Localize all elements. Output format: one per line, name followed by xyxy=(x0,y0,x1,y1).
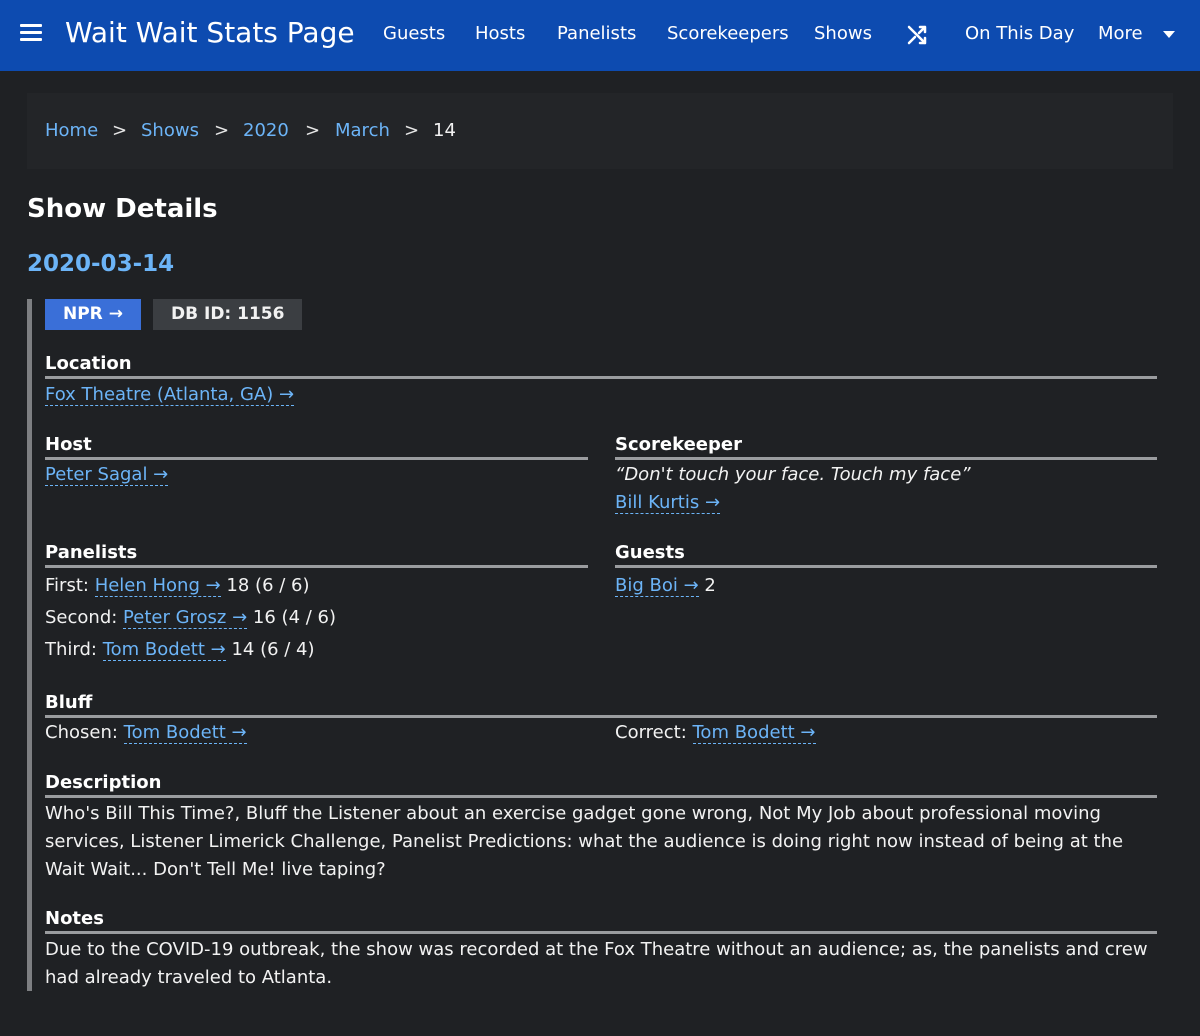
breadcrumb-year[interactable]: 2020 xyxy=(243,120,289,141)
nav-panelists[interactable]: Panelists xyxy=(557,23,636,44)
scorekeeper-heading: Scorekeeper xyxy=(615,434,1157,460)
panelist-row: Third: Tom Bodett → 14 (6 / 4) xyxy=(45,639,315,661)
host-heading: Host xyxy=(45,434,588,460)
bluff-heading: Bluff xyxy=(45,692,1157,718)
bluff-correct-label: Correct: xyxy=(615,722,687,743)
breadcrumb-separator: > xyxy=(214,120,230,141)
panelists-heading: Panelists xyxy=(45,542,588,568)
description-heading: Description xyxy=(45,772,1157,798)
guest-row: Big Boi → 2 xyxy=(615,575,716,597)
panelist-score: 18 (6 / 6) xyxy=(226,575,310,596)
panelist-position: First: xyxy=(45,575,89,596)
guest-link[interactable]: Big Boi → xyxy=(615,575,699,597)
page-title: Show Details xyxy=(27,194,218,224)
scorekeeper-link[interactable]: Bill Kurtis → xyxy=(615,492,721,514)
panelist-score: 14 (6 / 4) xyxy=(231,639,315,660)
breadcrumb-separator: > xyxy=(404,120,420,141)
shuffle-icon[interactable] xyxy=(905,23,929,47)
nav-scorekeepers[interactable]: Scorekeepers xyxy=(667,23,789,44)
location-link[interactable]: Fox Theatre (Atlanta, GA) → xyxy=(45,384,295,406)
breadcrumb-month[interactable]: March xyxy=(335,120,390,141)
bluff-correct: Correct: Tom Bodett → xyxy=(615,722,816,744)
panelist-score: 16 (4 / 6) xyxy=(252,607,337,628)
bluff-correct-link[interactable]: Tom Bodett → xyxy=(692,722,816,744)
show-date: 2020-03-14 xyxy=(27,251,175,277)
panelist-row: First: Helen Hong → 18 (6 / 6) xyxy=(45,575,310,597)
notes-text: Due to the COVID-19 outbreak, the show w… xyxy=(45,939,1148,988)
chevron-down-icon[interactable] xyxy=(1163,31,1175,38)
scorekeeper-quote: “Don't touch your face. Touch my face” xyxy=(615,464,971,485)
nav-more[interactable]: More xyxy=(1098,23,1143,44)
panelist-link[interactable]: Helen Hong → xyxy=(94,575,221,597)
nav-guests[interactable]: Guests xyxy=(383,23,445,44)
location-heading: Location xyxy=(45,353,1157,379)
bluff-chosen: Chosen: Tom Bodett → xyxy=(45,722,247,744)
breadcrumb-home[interactable]: Home xyxy=(45,120,98,141)
breadcrumb-shows[interactable]: Shows xyxy=(141,120,199,141)
panelist-link[interactable]: Peter Grosz → xyxy=(123,607,248,629)
scorekeeper-value: Bill Kurtis → xyxy=(615,492,721,514)
bluff-chosen-label: Chosen: xyxy=(45,722,118,743)
guests-heading: Guests xyxy=(615,542,1157,568)
description-text: Who's Bill This Time?, Bluff the Listene… xyxy=(45,803,1124,880)
notes-heading: Notes xyxy=(45,908,1157,934)
panelist-row: Second: Peter Grosz → 16 (4 / 6) xyxy=(45,607,337,629)
nav-shows[interactable]: Shows xyxy=(814,23,872,44)
panelist-position: Second: xyxy=(45,607,118,628)
site-brand[interactable]: Wait Wait Stats Page xyxy=(65,16,355,49)
location-value: Fox Theatre (Atlanta, GA) → xyxy=(45,384,295,406)
breadcrumb-separator: > xyxy=(305,120,321,141)
menu-icon[interactable] xyxy=(20,24,42,44)
npr-link-button[interactable]: NPR → xyxy=(45,299,141,330)
host-link[interactable]: Peter Sagal → xyxy=(45,464,169,486)
breadcrumb-separator: > xyxy=(112,120,128,141)
top-navbar: Wait Wait Stats Page Guests Hosts Paneli… xyxy=(0,0,1200,71)
panelist-link[interactable]: Tom Bodett → xyxy=(102,639,226,661)
nav-on-this-day[interactable]: On This Day xyxy=(965,23,1074,44)
db-id-badge: DB ID: 1156 xyxy=(153,299,303,330)
breadcrumb-day: 14 xyxy=(433,120,456,141)
show-detail-block: NPR → DB ID: 1156 Location Fox Theatre (… xyxy=(27,299,1167,991)
nav-hosts[interactable]: Hosts xyxy=(475,23,525,44)
breadcrumb: Home > Shows > 2020 > March > 14 xyxy=(27,93,1173,169)
host-value: Peter Sagal → xyxy=(45,464,169,486)
panelist-position: Third: xyxy=(45,639,97,660)
bluff-chosen-link[interactable]: Tom Bodett → xyxy=(123,722,247,744)
guest-score: 2 xyxy=(704,575,716,596)
